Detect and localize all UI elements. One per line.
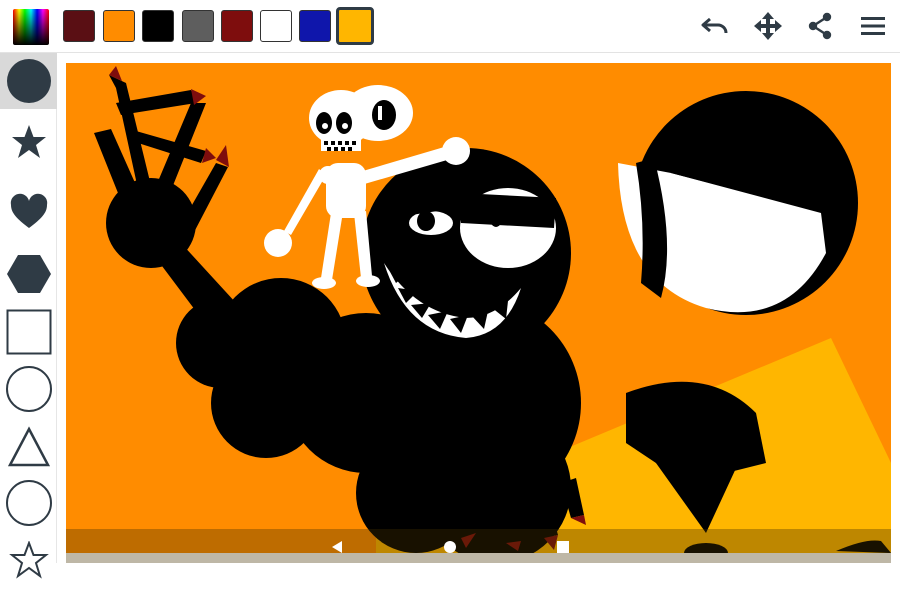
shape-circle-outline-button[interactable] <box>0 361 57 417</box>
color-swatch[interactable] <box>182 10 214 42</box>
undo-icon <box>701 17 728 34</box>
shape-square-outline-button[interactable] <box>0 304 57 360</box>
outline-square-icon <box>6 309 51 355</box>
color-swatch[interactable] <box>142 10 174 42</box>
outline-circle-icon <box>5 480 52 526</box>
color-swatch[interactable] <box>336 7 374 45</box>
color-swatch[interactable] <box>299 10 331 42</box>
shape-circle-outline-button[interactable] <box>0 475 57 531</box>
outline-triangle-icon <box>7 426 50 467</box>
color-swatch[interactable] <box>63 10 95 42</box>
filled-circle-icon <box>6 59 51 103</box>
home-button[interactable] <box>439 536 461 558</box>
color-swatch[interactable] <box>260 10 292 42</box>
shape-hexagon-filled-button[interactable] <box>0 246 57 302</box>
outline-circle-icon <box>5 366 52 412</box>
share-icon <box>808 12 832 40</box>
move-icon <box>754 12 782 40</box>
menu-icon <box>861 17 885 35</box>
shape-heart-filled-button[interactable] <box>0 184 57 240</box>
back-button[interactable] <box>326 536 348 558</box>
color-picker-icon[interactable] <box>13 9 49 45</box>
shape-circle-filled-button[interactable] <box>0 53 57 109</box>
outline-star-icon <box>8 541 49 579</box>
top-toolbar <box>0 0 900 53</box>
back-icon <box>332 541 342 553</box>
undo-button[interactable] <box>697 8 733 44</box>
system-navigation-bar <box>66 529 891 563</box>
filled-heart-icon <box>10 193 47 228</box>
shape-sidebar <box>0 53 57 579</box>
color-swatch[interactable] <box>103 10 135 42</box>
shape-star-outline-button[interactable] <box>0 533 57 589</box>
move-button[interactable] <box>750 8 786 44</box>
recents-icon <box>557 541 569 553</box>
shape-star-filled-button[interactable] <box>0 115 57 171</box>
home-icon <box>444 541 456 553</box>
menu-button[interactable] <box>855 8 891 44</box>
share-button[interactable] <box>802 8 838 44</box>
drawing-artwork <box>94 66 891 553</box>
filled-hexagon-icon <box>6 255 51 293</box>
filled-star-icon <box>11 125 46 158</box>
color-swatch[interactable] <box>221 10 253 42</box>
shape-triangle-outline-button[interactable] <box>0 419 57 475</box>
drawing-canvas[interactable] <box>66 63 891 553</box>
recents-button[interactable] <box>552 536 574 558</box>
